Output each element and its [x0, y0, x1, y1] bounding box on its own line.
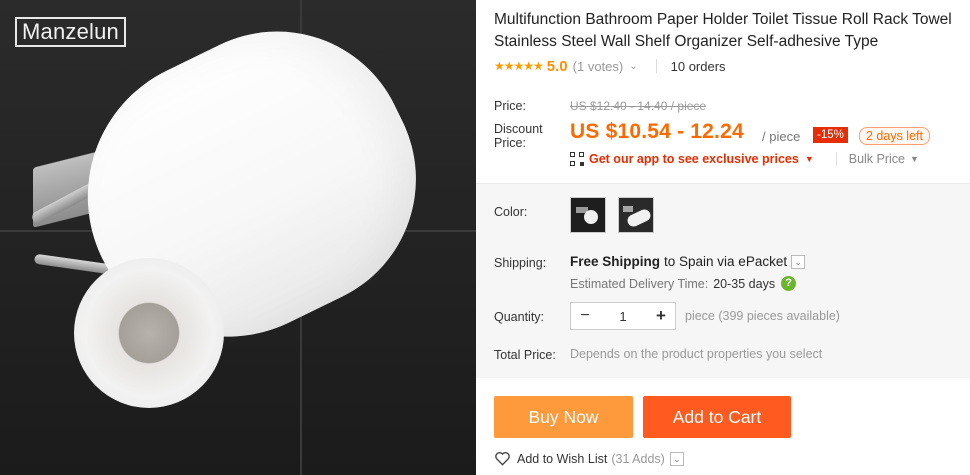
chevron-down-icon[interactable]: ▼	[805, 154, 814, 164]
discount-badge: -15%	[813, 127, 848, 143]
wishlist-count: (31 Adds)	[611, 451, 665, 466]
price-unit: / piece	[762, 129, 801, 144]
orders-count: 10 orders	[670, 58, 726, 74]
votes-link[interactable]: (1 votes)	[573, 59, 624, 74]
help-icon[interactable]: ?	[781, 276, 797, 291]
divider	[835, 152, 837, 166]
shipping-destination: to Spain via ePacket	[664, 254, 788, 269]
color-label: Color:	[494, 205, 528, 219]
wishlist-label: Add to Wish List	[517, 451, 608, 466]
chevron-down-icon[interactable]: ⌄	[629, 61, 637, 72]
paper-roll-end	[74, 258, 224, 408]
app-promo-link[interactable]: Get our app to see exclusive prices	[589, 152, 799, 166]
original-price: US $12.40 - 14.40 / piece	[570, 99, 707, 113]
delivery-estimate: Estimated Delivery Time: 20-35 days ?	[570, 276, 797, 291]
color-swatch-2[interactable]	[618, 197, 654, 233]
delivery-days: 20-35 days	[713, 276, 776, 291]
quantity-input[interactable]: 1	[599, 309, 647, 324]
decrease-button[interactable]: −	[571, 307, 599, 325]
product-image[interactable]: Manzelun	[0, 0, 476, 475]
discount-label-line2: Price:	[494, 136, 526, 150]
shipping-dropdown-icon[interactable]: ⌄	[791, 254, 806, 269]
wishlist-row[interactable]: Add to Wish List (31 Adds) ⌄	[494, 451, 684, 466]
add-to-cart-button[interactable]: Add to Cart	[643, 396, 791, 438]
days-left-badge: 2 days left	[859, 127, 930, 145]
chevron-down-icon: ▼	[910, 154, 919, 164]
options-panel: Color: Shipping: Free Shipping to Spain …	[476, 183, 970, 378]
divider	[655, 59, 657, 73]
qr-code-icon	[570, 152, 584, 166]
price-label: Price:	[494, 99, 526, 113]
color-swatch-1[interactable]	[570, 197, 606, 233]
rating-row: ★★★★★ 5.0 (1 votes) ⌄ 10 orders	[494, 56, 726, 76]
free-shipping-text: Free Shipping	[570, 254, 661, 269]
discount-label: Discount Price:	[494, 122, 543, 150]
buy-now-button[interactable]: Buy Now	[494, 396, 633, 438]
delivery-estimate-label: Estimated Delivery Time:	[570, 276, 709, 291]
heart-icon	[495, 452, 510, 466]
shipping-main: Free Shipping to Spain via ePacket ⌄	[570, 254, 806, 269]
increase-button[interactable]: +	[647, 306, 675, 326]
quantity-stepper: − 1 +	[570, 302, 676, 330]
rating-score: 5.0	[546, 57, 568, 75]
total-price-note: Depends on the product properties you se…	[570, 347, 823, 361]
product-title: Multifunction Bathroom Paper Holder Toil…	[494, 11, 952, 50]
rating-stars-icon: ★★★★★	[494, 59, 544, 73]
chevron-down-icon[interactable]: ⌄	[669, 451, 684, 466]
bulk-price-dropdown[interactable]: Bulk Price ▼	[824, 152, 919, 166]
app-promo-row: Get our app to see exclusive prices ▼ Bu…	[570, 152, 919, 166]
total-price-label: Total Price:	[494, 348, 556, 362]
quantity-available: piece (399 pieces available)	[685, 309, 840, 323]
shipping-label: Shipping:	[494, 256, 547, 270]
discount-label-line1: Discount	[494, 122, 543, 136]
bulk-price-label: Bulk Price	[848, 152, 906, 166]
quantity-label: Quantity:	[494, 310, 545, 324]
brand-logo: Manzelun	[15, 17, 126, 47]
discount-price: US $10.54 - 12.24	[570, 120, 744, 143]
